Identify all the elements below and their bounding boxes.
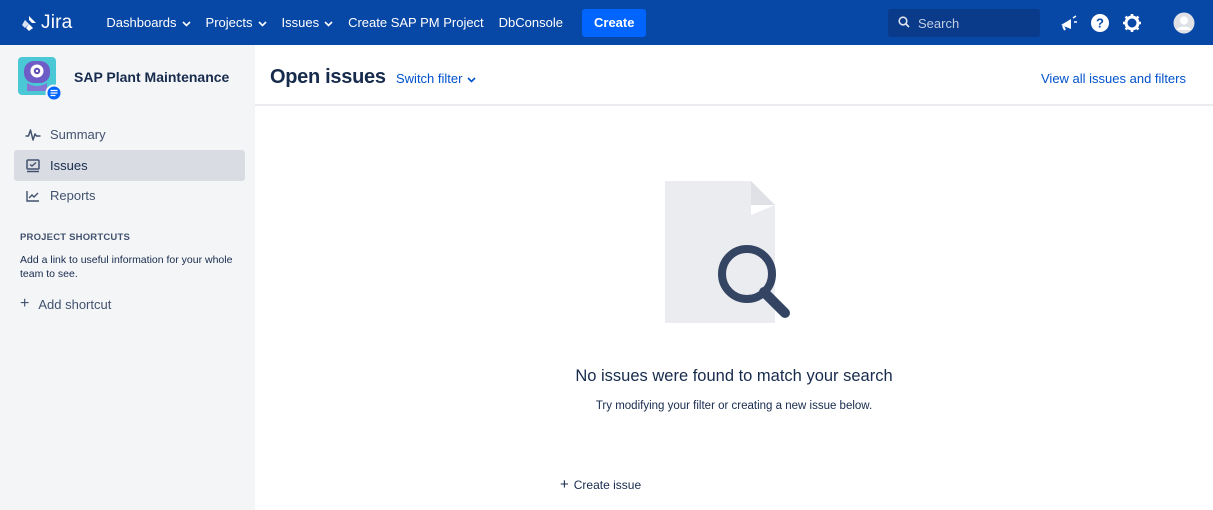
settings-gear-icon[interactable] bbox=[1120, 11, 1144, 35]
logo-text: Jira bbox=[41, 11, 73, 33]
search-placeholder: Search bbox=[918, 15, 960, 31]
sidebar-item-reports[interactable]: Reports bbox=[14, 180, 245, 211]
sidebar-item-reports-label: Reports bbox=[50, 188, 96, 203]
switch-filter-label: Switch filter bbox=[396, 71, 463, 86]
svg-text:?: ? bbox=[1096, 16, 1104, 31]
empty-search-illustration bbox=[665, 181, 815, 336]
view-all-issues-link[interactable]: View all issues and filters bbox=[1041, 71, 1186, 86]
plus-icon: + bbox=[560, 476, 569, 493]
create-issue-button[interactable]: + Create issue bbox=[560, 477, 641, 492]
create-button[interactable]: Create bbox=[582, 8, 647, 37]
nav-projects-label: Projects bbox=[205, 15, 253, 30]
jira-logo[interactable]: Jira bbox=[20, 0, 72, 45]
plus-icon: + bbox=[20, 295, 30, 312]
summary-pulse-icon bbox=[25, 127, 41, 143]
nav-create-sap-pm-project-label: Create SAP PM Project bbox=[348, 15, 484, 30]
chevron-down-icon bbox=[467, 71, 477, 86]
sidebar-item-summary[interactable]: Summary bbox=[14, 119, 245, 150]
reports-chart-icon bbox=[25, 188, 41, 204]
add-shortcut-label: Add shortcut bbox=[38, 296, 112, 312]
project-name: SAP Plant Maintenance bbox=[74, 69, 230, 85]
nav-issues-label: Issues bbox=[281, 15, 320, 30]
search-input[interactable]: Search bbox=[888, 9, 1040, 37]
project-shortcuts-help-text: Add a link to useful information for you… bbox=[20, 254, 233, 280]
sidebar-item-issues[interactable]: Issues bbox=[14, 150, 245, 181]
page-title: Open issues bbox=[270, 66, 386, 88]
empty-state-title: No issues were found to match your searc… bbox=[575, 367, 893, 385]
top-navigation-bar: Jira Dashboards Projects Issues Create S… bbox=[0, 0, 1213, 45]
nav-issues[interactable]: Issues bbox=[282, 0, 334, 45]
add-shortcut-link[interactable]: + Add shortcut bbox=[20, 296, 111, 312]
project-sidebar: SAP Plant Maintenance Summary Issues Rep… bbox=[0, 45, 255, 510]
header-divider bbox=[255, 104, 1213, 106]
issues-icon bbox=[25, 158, 41, 174]
project-shortcuts-heading: PROJECT SHORTCUTS bbox=[20, 232, 131, 243]
nav-menu: Dashboards Projects Issues Create SAP PM… bbox=[106, 0, 647, 45]
user-avatar-icon[interactable] bbox=[1172, 11, 1196, 35]
sidebar-item-summary-label: Summary bbox=[50, 127, 106, 142]
switch-filter-button[interactable]: Switch filter bbox=[396, 71, 477, 86]
main-content: Open issues Switch filter View all issue… bbox=[255, 45, 1213, 510]
help-icon[interactable]: ? bbox=[1088, 11, 1112, 35]
chevron-down-icon bbox=[257, 15, 267, 30]
empty-state-subtitle: Try modifying your filter or creating a … bbox=[595, 400, 873, 412]
jira-logo-icon bbox=[22, 15, 36, 31]
nav-dashboards-label: Dashboards bbox=[106, 15, 177, 30]
nav-dbconsole-label: DbConsole bbox=[498, 15, 563, 30]
project-avatar bbox=[18, 57, 63, 102]
nav-dbconsole[interactable]: DbConsole bbox=[499, 0, 563, 45]
create-issue-label: Create issue bbox=[573, 477, 642, 492]
nav-projects[interactable]: Projects bbox=[206, 0, 267, 45]
chevron-down-icon bbox=[324, 15, 333, 30]
nav-dashboards[interactable]: Dashboards bbox=[106, 0, 191, 45]
chevron-down-icon bbox=[181, 15, 191, 30]
notifications-megaphone-icon[interactable] bbox=[1057, 11, 1081, 35]
project-header[interactable]: SAP Plant Maintenance bbox=[18, 57, 230, 102]
nav-create-sap-pm-project[interactable]: Create SAP PM Project bbox=[348, 0, 484, 45]
sidebar-item-issues-label: Issues bbox=[50, 158, 88, 173]
search-icon bbox=[898, 15, 910, 31]
